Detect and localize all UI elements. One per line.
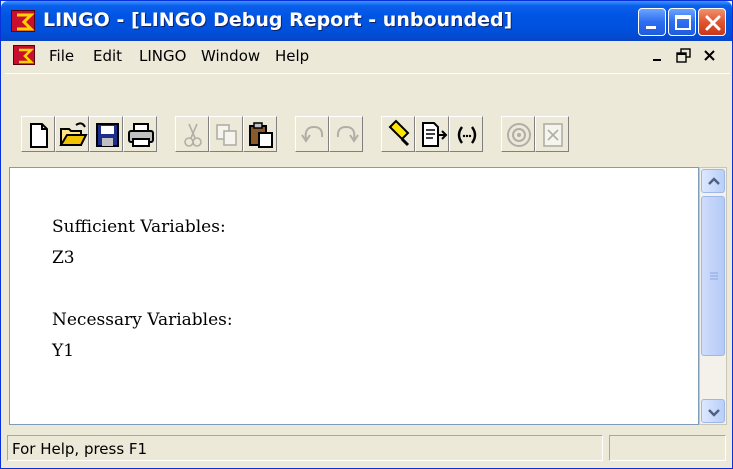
scroll-down-button[interactable]	[701, 399, 725, 423]
doc-close-button[interactable]	[701, 47, 719, 65]
menu-window[interactable]: Window	[201, 47, 260, 65]
copy-icon	[216, 124, 237, 146]
debug-report-pane[interactable]: Sufficient Variables: Z3 Necessary Varia…	[9, 167, 699, 425]
title-bar[interactable]: LINGO - [LINGO Debug Report - unbounded]	[1, 1, 732, 41]
window-title: LINGO - [LINGO Debug Report - unbounded]	[43, 9, 513, 31]
report-text: Sufficient Variables: Z3 Necessary Varia…	[52, 212, 233, 367]
paste-icon	[249, 122, 273, 148]
minimize-icon	[653, 59, 661, 61]
scroll-up-button[interactable]	[701, 169, 725, 193]
status-bar: For Help, press F1	[5, 431, 730, 465]
redo-icon	[336, 125, 359, 143]
open-folder-icon	[59, 122, 88, 146]
menu-lingo[interactable]: LINGO	[139, 47, 186, 65]
menu-help[interactable]: Help	[275, 47, 309, 65]
save-icon	[96, 123, 119, 147]
menu-file[interactable]: File	[49, 47, 74, 65]
minimize-button[interactable]	[638, 8, 666, 36]
lingo-window: LINGO - [LINGO Debug Report - unbounded]…	[0, 0, 733, 469]
status-help-text: For Help, press F1	[12, 440, 148, 458]
cut-button[interactable]	[175, 116, 209, 152]
close-icon	[704, 50, 715, 61]
status-help-pane: For Help, press F1	[7, 435, 603, 461]
go-to-line-button[interactable]	[415, 116, 449, 152]
chevron-down-icon	[708, 409, 720, 417]
match-parenthesis-button[interactable]	[449, 116, 483, 152]
paste-button[interactable]	[243, 116, 277, 152]
solve-button[interactable]	[501, 116, 535, 152]
toolbar	[5, 73, 730, 161]
doc-minimize-button[interactable]	[649, 47, 667, 65]
necessary-variables-heading: Necessary Variables:	[52, 310, 233, 330]
match-parenthesis-icon	[457, 126, 477, 144]
solution-button[interactable]	[535, 116, 569, 152]
undo-button[interactable]	[295, 116, 329, 152]
status-secondary-pane	[609, 435, 726, 461]
close-button[interactable]	[698, 8, 726, 36]
print-icon	[128, 123, 154, 147]
minimize-icon	[646, 26, 656, 29]
save-button[interactable]	[89, 116, 123, 152]
maximize-button[interactable]	[668, 8, 696, 36]
necessary-variables-value: Y1	[52, 341, 75, 361]
cut-icon	[184, 123, 202, 147]
doc-restore-button[interactable]	[675, 47, 693, 65]
document-system-menu-icon[interactable]	[13, 45, 35, 65]
scroll-thumb[interactable]	[701, 196, 725, 356]
sufficient-variables-value: Z3	[52, 248, 75, 268]
solve-icon	[507, 123, 531, 147]
new-button[interactable]	[21, 116, 55, 152]
maximize-icon	[675, 15, 691, 30]
undo-icon	[301, 125, 324, 143]
print-button[interactable]	[123, 116, 157, 152]
copy-button[interactable]	[209, 116, 243, 152]
restore-icon	[676, 48, 691, 63]
sufficient-variables-heading: Sufficient Variables:	[52, 217, 226, 237]
grip-icon	[710, 272, 718, 280]
find-button[interactable]	[381, 116, 415, 152]
open-button[interactable]	[55, 116, 89, 152]
close-icon	[705, 15, 721, 31]
lingo-app-icon[interactable]	[11, 10, 35, 32]
redo-button[interactable]	[329, 116, 363, 152]
menu-bar: File Edit LINGO Window Help	[5, 41, 730, 71]
vertical-scrollbar[interactable]	[699, 167, 727, 425]
go-to-line-icon	[422, 122, 448, 147]
solution-icon	[543, 123, 563, 147]
new-file-icon	[30, 123, 48, 148]
chevron-up-icon	[708, 177, 720, 185]
menu-edit[interactable]: Edit	[93, 47, 122, 65]
find-icon	[388, 119, 410, 147]
